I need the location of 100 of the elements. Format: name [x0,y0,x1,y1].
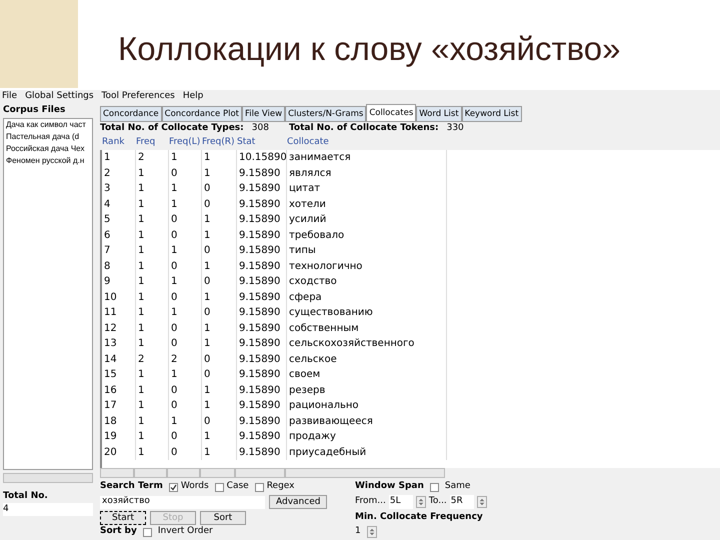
table-cell: 1 [136,196,169,212]
horizontal-scrollbar[interactable] [100,468,134,478]
table-cell: 0 [202,414,237,429]
table-cell: 1 [202,212,237,228]
table-cell: 11 [102,305,136,320]
table-cell: 1 [169,150,202,166]
table-cell: 4 [102,196,136,212]
table-cell: 1 [202,429,237,444]
checkbox[interactable] [254,482,264,492]
table-cell: 1 [136,181,169,196]
from-value[interactable]: 5L [388,495,413,509]
table-cell: собственным [287,320,447,336]
table-cell: 1 [136,429,169,444]
table-cell: 1 [169,243,202,258]
checkbox[interactable] [430,482,439,492]
total-label: Total No. of Collocate Tokens: [288,122,439,136]
table-cell: хотели [287,196,447,212]
spinner-arrows-icon[interactable] [476,496,487,508]
to-value[interactable]: 5R [450,495,474,509]
tab[interactable]: Word List [416,106,462,122]
column-header[interactable]: Rank [100,136,134,150]
table-cell: 1 [136,274,169,290]
table-cell: типы [287,243,447,258]
table-cell: 1 [202,258,237,274]
checkbox[interactable] [142,528,152,536]
menu-item[interactable]: File [2,90,18,104]
table-cell: продажу [287,429,447,444]
table-cell: 1 [136,305,169,320]
search-field[interactable]: хозяйство [100,496,265,508]
tab[interactable]: Concordance [100,106,162,122]
table-cell: 16 [102,382,136,398]
check-icon [170,484,177,490]
menu-item[interactable]: Help [182,90,204,104]
checkbox[interactable] [168,482,178,492]
table-cell: 5 [102,212,136,228]
table-cell: 0 [202,196,237,212]
table-cell: 14 [102,352,136,367]
corpus-document-entry[interactable]: Российская дача Чех [6,143,90,155]
column-header[interactable]: Collocate [285,136,445,150]
table-cell: 0 [169,336,202,352]
menu-item[interactable]: Tool Preferences [102,90,175,104]
spinner-arrows-icon[interactable] [416,496,426,508]
tab[interactable]: File View [242,106,286,122]
table-cell: 9.15890 [237,414,287,429]
option-label: Same [444,480,470,494]
checkbox[interactable] [214,482,224,492]
horizontal-scrollbar[interactable] [200,468,235,478]
column-header[interactable]: Freq(R) [200,136,235,150]
table-cell: 1 [169,305,202,320]
table-cell: 13 [102,336,136,352]
min-frequency-value[interactable]: 1 [355,525,361,539]
table-cell: 2 [136,150,169,166]
tab[interactable]: Concordance Plot [162,106,242,122]
table-cell: 9.15890 [237,398,287,414]
tab[interactable]: Keyword List [462,106,522,122]
horizontal-scrollbar[interactable] [167,468,200,478]
horizontal-scrollbar[interactable] [134,468,167,478]
table-cell: 1 [202,336,237,352]
to-label: To... [428,495,447,508]
option-label: Case [226,480,249,494]
tab[interactable]: Clusters/N-Grams [285,106,366,122]
table-cell: 0 [202,181,237,196]
horizontal-scrollbar[interactable] [3,472,93,482]
action-button[interactable]: Sort [200,510,246,524]
table-cell: 1 [169,181,202,196]
table-cell: 0 [169,382,202,398]
table-cell: 2 [136,352,169,367]
column-header[interactable]: Stat [235,136,285,150]
table-cell: 1 [202,228,237,243]
tab[interactable]: Collocates [366,104,416,122]
horizontal-scrollbar[interactable] [285,468,445,478]
horizontal-scrollbar[interactable] [235,468,285,478]
advanced-button[interactable]: Advanced [269,495,328,509]
table-cell: 1 [136,243,169,258]
table-cell: 18 [102,414,136,429]
menu-item[interactable]: Global Settings [25,90,94,104]
table-cell: 9.15890 [237,258,287,274]
total-value: 330 [446,122,464,136]
spinner-arrows-icon[interactable] [366,526,377,538]
corpus-document-entry[interactable]: Дача как символ част [6,119,90,131]
table-cell: 19 [102,429,136,444]
table-cell: 1 [202,382,237,398]
table-cell: 2 [169,352,202,367]
table-cell: 9.15890 [237,429,287,444]
table-cell: 1 [136,336,169,352]
table-cell: 0 [169,166,202,181]
table-cell: 9.15890 [237,444,287,460]
column-header[interactable]: Freq(L) [167,136,200,150]
table-cell: 9.15890 [237,352,287,367]
table-cell: 1 [136,382,169,398]
corpus-document-entry[interactable]: Феномен русской д.н [6,155,90,167]
table-cell: 9.15890 [237,196,287,212]
column-header[interactable]: Freq [134,136,167,150]
table-cell: 1 [136,212,169,228]
table-cell: 9.15890 [237,166,287,181]
table-cell: 1 [102,150,136,166]
action-button[interactable]: Start [100,510,146,524]
table-cell: 0 [169,258,202,274]
total-value: 308 [252,122,269,136]
corpus-document-entry[interactable]: Пастельная дача (d [6,131,90,143]
